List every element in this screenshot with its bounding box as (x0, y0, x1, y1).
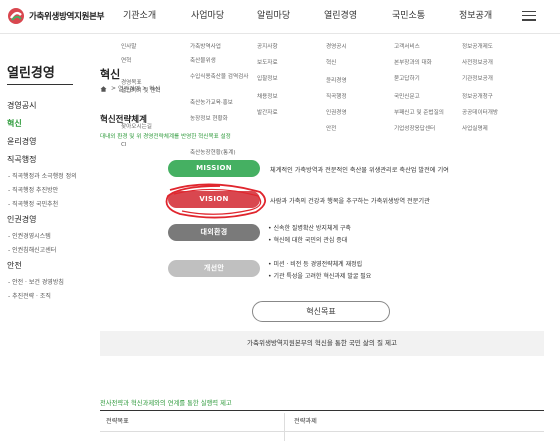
mission-badge: MISSION (168, 160, 260, 177)
mega-menu-item[interactable]: 공공데이터개방 (462, 110, 498, 118)
sidebar-subitem[interactable]: - 직곡행정 추진방안 (8, 185, 58, 194)
mega-menu-item[interactable]: 정보공개청구 (462, 94, 493, 102)
mega-menu-item[interactable]: 축산농장현황(통계) (190, 150, 236, 158)
sidebar-item-innovation[interactable]: 혁신 (7, 118, 22, 129)
nav-item-open-management[interactable]: 열린경영 (324, 8, 357, 21)
mega-menu-item[interactable]: 보도자료 (257, 60, 278, 68)
mega-menu-item[interactable]: 부패신고 및 준법질의 (394, 110, 444, 118)
mega-menu-item[interactable]: 연혁 (121, 58, 131, 66)
nav-item-communication[interactable]: 국민소통 (392, 8, 425, 21)
mega-menu-item[interactable]: 경영공시 (326, 44, 347, 52)
sidebar-item-human-rights[interactable]: 인권경영 (7, 214, 36, 225)
sidebar-subitem[interactable]: - 추진전략 · 조직 (8, 291, 51, 300)
environment-bullet: • 신속한 질병확산 방지체계 구축 (268, 225, 351, 232)
breadcrumb-separator: > (142, 85, 148, 92)
sidebar-item-disclosure[interactable]: 경영공시 (7, 100, 36, 111)
sidebar-subitem[interactable]: - 직곡행정과 소극행정 정의 (8, 171, 77, 180)
mega-menu-item[interactable]: 정보공개제도 (462, 44, 493, 52)
nav-item-business[interactable]: 사업마당 (191, 8, 224, 21)
breadcrumb-item[interactable]: 혁신 (149, 84, 160, 93)
mega-menu-item[interactable]: 기관정보공개 (462, 76, 493, 84)
improvement-badge: 개선안 (168, 260, 260, 277)
mega-menu-item[interactable]: 윤리경영 (326, 78, 347, 86)
mega-menu-item[interactable]: 사업실명제 (462, 126, 488, 134)
nav-item-news[interactable]: 알림마당 (257, 8, 290, 21)
mega-menu-item[interactable]: 기업성장응답센터 (394, 126, 435, 134)
vision-badge: VISION (168, 191, 260, 208)
sidebar-item-safety[interactable]: 안전 (7, 260, 22, 271)
table-column-separator (284, 413, 285, 441)
mission-description: 체계적인 가축방역과 전문적인 축산물 위생관리로 축산업 발전에 기여 (270, 167, 449, 174)
mega-menu-item[interactable]: 고객서비스 (394, 44, 420, 52)
mega-menu-item[interactable]: 축산농가교육·홍보 (190, 100, 233, 108)
mega-menu-item[interactable]: 국민신문고 (394, 94, 420, 102)
mega-menu-item[interactable]: 수입식용축산물 검역검사 (190, 74, 250, 82)
menu-icon[interactable] (522, 11, 536, 21)
mega-menu-item[interactable]: 안전 (326, 126, 336, 134)
external-environment-badge: 대외환경 (168, 224, 260, 241)
sidebar-subitem[interactable]: - 인권침해신고센터 (8, 245, 56, 254)
nav-item-disclosure[interactable]: 정보공개 (459, 8, 492, 21)
mega-menu-item[interactable]: 공지사항 (257, 44, 278, 52)
mega-menu-item[interactable]: 입찰정보 (257, 76, 278, 84)
mega-menu-item[interactable]: 채용정보 (257, 94, 278, 102)
mega-menu-item[interactable]: CI (121, 142, 127, 150)
improvement-bullet: • 미션 · 비전 등 경영전략체계 재정립 (268, 261, 363, 268)
mega-menu-item[interactable]: 인사말 (121, 44, 136, 52)
innovation-goal-button[interactable]: 혁신목표 (252, 301, 390, 322)
vision-description: 사람과 가축의 건강과 행복을 추구하는 가축위생방역 전문기관 (270, 198, 430, 205)
table-header-strategic-task: 전략과제 (294, 418, 317, 425)
mega-menu-item[interactable]: 사전정보공개 (462, 60, 493, 68)
mega-menu-item[interactable]: 찾아오시는길 (121, 124, 152, 132)
environment-bullet: • 혁신에 대한 국민의 관심 증대 (268, 237, 348, 244)
mega-menu-item[interactable]: 농장정보 현황화 (190, 116, 228, 124)
sidebar-item-ethics[interactable]: 윤리경영 (7, 136, 36, 147)
page-title: 혁신 (100, 68, 121, 81)
sidebar-title: 열린경영 (7, 66, 55, 81)
table-top-border (100, 410, 544, 412)
mega-menu-item[interactable]: 축산물위생 (190, 58, 216, 66)
mega-menu-item[interactable]: 본부장과의 대화 (394, 60, 432, 68)
breadcrumb-item[interactable]: 열린경영 (118, 84, 140, 93)
mega-menu-item[interactable]: 혁신 (326, 60, 336, 68)
sidebar-subitem[interactable]: - 안전 · 보건 경영방침 (8, 277, 64, 286)
nav-item-about[interactable]: 기관소개 (123, 8, 156, 21)
home-icon[interactable] (100, 85, 107, 92)
sidebar-subitem[interactable]: - 직곡행정 국민추천 (8, 199, 58, 208)
mega-menu-item[interactable]: 직곡행정 (326, 94, 347, 102)
breadcrumb: > 열린경영 > 혁신 (100, 84, 160, 93)
improvement-bullet: • 기관 특성을 고려한 혁신과제 발굴 필요 (268, 273, 372, 280)
section-slogan: 대내외 환경 및 위 경영전략체계를 반영한 혁신목표 설정 (100, 134, 231, 140)
sidebar-item-proactive-admin[interactable]: 직곡행정 (7, 154, 36, 165)
breadcrumb-separator: > (111, 85, 117, 92)
strategy-title: 전사전략과 혁신과제와의 연계를 통한 실행력 제고 (100, 400, 232, 407)
mega-menu-item[interactable]: 가축방역사업 (190, 44, 221, 52)
header: 가축위생방역지원본부 기관소개 사업마당 알림마당 열린경영 국민소통 정보공개 (0, 0, 560, 34)
mega-menu-item[interactable]: 발간자료 (257, 110, 278, 118)
section-title: 혁신전략체계 (100, 115, 147, 125)
sidebar-divider (7, 84, 73, 85)
innovation-goal-box: 가축위생방역지원본부의 혁신을 통한 국민 삶의 질 제고 (100, 331, 544, 356)
table-header-strategic-goal: 전략목표 (106, 418, 129, 425)
mega-menu-item[interactable]: 인권경영 (326, 110, 347, 118)
sidebar-subitem[interactable]: - 인권경영시스템 (8, 231, 51, 240)
mega-menu-item[interactable]: 묻고답하기 (394, 76, 420, 84)
table-header-divider (100, 431, 544, 432)
global-nav: 기관소개 사업마당 알림마당 열린경영 국민소통 정보공개 (0, 8, 560, 24)
